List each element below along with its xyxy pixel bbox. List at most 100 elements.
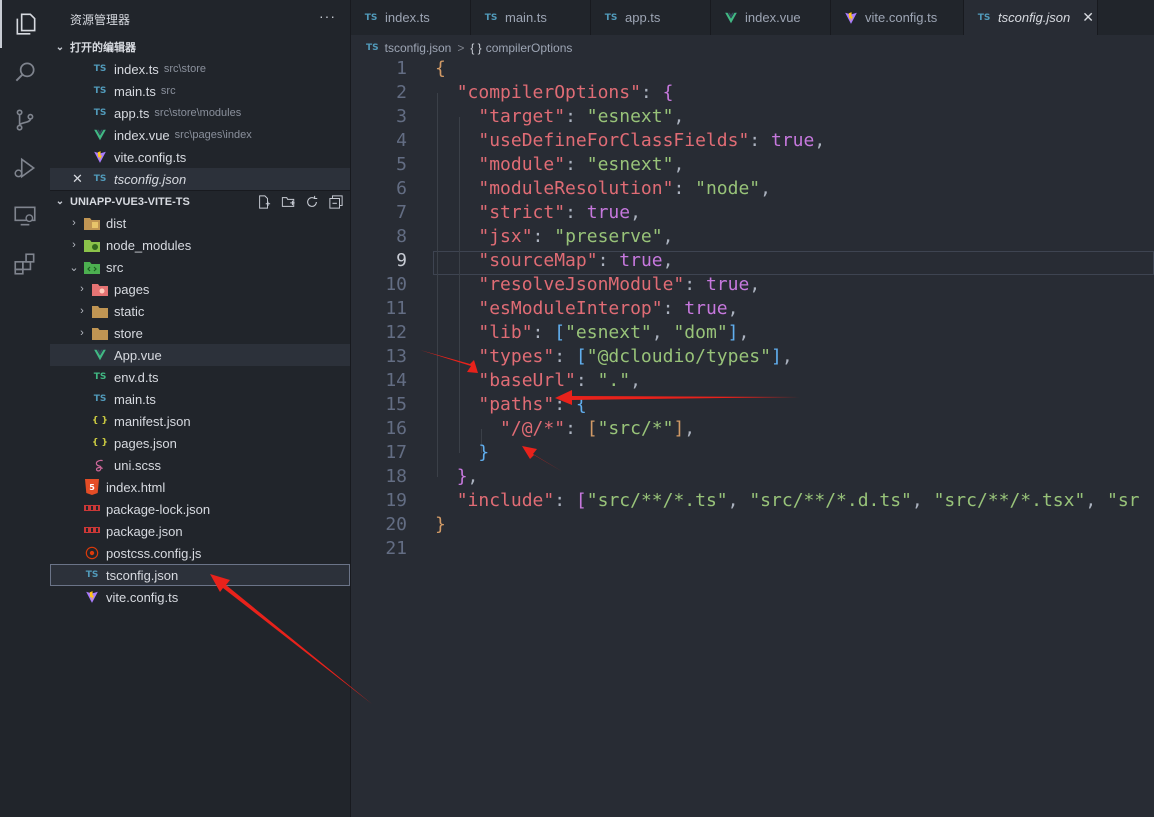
chevron-right-icon: ›: [72, 217, 76, 229]
line-number: 7: [396, 202, 407, 223]
editor-tabs: TS index.ts TS main.ts TS app.ts index.v…: [351, 0, 1154, 35]
line-number: 12: [385, 322, 407, 343]
code-line: "resolveJsonModule": true,: [478, 274, 761, 295]
collapse-all-icon[interactable]: [327, 193, 345, 211]
tab-app-ts[interactable]: TS app.ts: [591, 0, 711, 35]
code-line: "compilerOptions": {: [456, 82, 674, 103]
tree-folder[interactable]: › static: [50, 300, 350, 322]
line-number: 17: [385, 442, 407, 463]
tab-index-vue[interactable]: index.vue: [711, 0, 831, 35]
typescript-def-file-icon: TS: [93, 372, 107, 382]
breadcrumb-symbol[interactable]: compilerOptions: [486, 41, 573, 55]
vue-file-icon: [92, 347, 108, 363]
code-line: }: [435, 514, 446, 535]
chevron-right-icon: ›: [80, 305, 84, 317]
code-editor[interactable]: 1 { 2 "compilerOptions": { 3 "target": "e…: [351, 57, 1154, 817]
close-icon[interactable]: ✕: [72, 171, 92, 187]
src-folder-icon: [84, 259, 100, 275]
open-editor-item-active[interactable]: ✕ TS tsconfig.json: [50, 168, 350, 190]
tab-main-ts[interactable]: TS main.ts: [471, 0, 591, 35]
open-editor-item[interactable]: TS app.ts src\store\modules: [50, 102, 350, 124]
line-number: 18: [385, 466, 407, 487]
vue-file-icon: [723, 10, 739, 26]
line-number: 14: [385, 370, 407, 391]
code-line: "jsx": "preserve",: [478, 226, 674, 247]
typescript-file-icon: TS: [484, 12, 498, 23]
tsconfig-file-icon: TS: [977, 12, 991, 23]
tab-tsconfig-json[interactable]: TS tsconfig.json ✕: [964, 0, 1098, 35]
folder-icon: [92, 325, 108, 341]
tree-file[interactable]: package-lock.json: [50, 498, 350, 520]
breadcrumb-file[interactable]: tsconfig.json: [385, 41, 452, 55]
run-debug-icon[interactable]: [0, 144, 50, 192]
code-line: "lib": ["esnext", "dom"],: [478, 322, 750, 343]
open-editors-header[interactable]: ⌄ 打开的编辑器: [50, 36, 351, 58]
tree-file[interactable]: uni.scss: [50, 454, 350, 476]
tree-file[interactable]: postcss.config.js: [50, 542, 350, 564]
object-symbol-icon: { }: [470, 41, 482, 55]
tree-folder[interactable]: › dist: [50, 212, 350, 234]
new-file-icon[interactable]: [255, 193, 273, 211]
line-number: 10: [385, 274, 407, 295]
line-number: 13: [385, 346, 407, 367]
tab-vite-config[interactable]: vite.config.ts: [831, 0, 964, 35]
tsconfig-file-icon: TS: [366, 43, 379, 53]
chevron-down-icon: ⌄: [55, 196, 65, 207]
json-file-icon: { }: [92, 438, 108, 448]
tree-file[interactable]: { } manifest.json: [50, 410, 350, 432]
code-line: "/@/*": ["src/*"],: [500, 418, 696, 439]
tree-folder[interactable]: › store: [50, 322, 350, 344]
line-number: 8: [396, 226, 407, 247]
code-line: "moduleResolution": "node",: [478, 178, 771, 199]
breadcrumb-separator: >: [457, 41, 465, 55]
activity-bar: [0, 0, 50, 817]
code-line: {: [435, 58, 446, 79]
close-tab-icon[interactable]: ✕: [1082, 9, 1094, 26]
vite-file-icon: [84, 589, 100, 605]
tree-file[interactable]: package.json: [50, 520, 350, 542]
tree-folder[interactable]: › pages: [50, 278, 350, 300]
node-folder-icon: [84, 237, 100, 253]
tree-file[interactable]: App.vue: [50, 344, 350, 366]
search-icon[interactable]: [0, 48, 50, 96]
typescript-file-icon: TS: [93, 108, 107, 118]
open-editor-item[interactable]: TS main.ts src: [50, 80, 350, 102]
tree-file[interactable]: vite.config.ts: [50, 586, 350, 608]
tree-file[interactable]: { } pages.json: [50, 432, 350, 454]
tree-folder[interactable]: › node_modules: [50, 234, 350, 256]
source-control-icon[interactable]: [0, 96, 50, 144]
refresh-icon[interactable]: [303, 193, 321, 211]
more-actions-button[interactable]: ···: [319, 8, 336, 24]
folder-icon: [84, 215, 100, 231]
typescript-file-icon: TS: [364, 12, 378, 23]
sass-file-icon: [92, 457, 108, 473]
open-editor-item[interactable]: index.vue src\pages\index: [50, 124, 350, 146]
tree-file[interactable]: 5 index.html: [50, 476, 350, 498]
open-editor-item[interactable]: vite.config.ts: [50, 146, 350, 168]
svg-text:5: 5: [89, 483, 95, 492]
line-number: 6: [396, 178, 407, 199]
line-number: 1: [396, 58, 407, 79]
tree-file[interactable]: TS env.d.ts: [50, 366, 350, 388]
typescript-file-icon: TS: [604, 12, 618, 23]
npm-file-icon: [84, 501, 100, 517]
code-line: }: [478, 442, 490, 463]
open-editor-item[interactable]: TS index.ts src\store: [50, 58, 350, 80]
project-header[interactable]: ⌄ UNIAPP-VUE3-VITE-TS: [50, 190, 351, 212]
chevron-right-icon: ›: [72, 239, 76, 251]
explorer-title: 资源管理器: [70, 13, 131, 27]
tree-file-selected[interactable]: TS tsconfig.json: [50, 564, 350, 586]
explorer-icon[interactable]: [0, 0, 50, 48]
tree-file[interactable]: TS main.ts: [50, 388, 350, 410]
tab-index-ts[interactable]: TS index.ts: [351, 0, 471, 35]
vue-file-icon: [92, 127, 108, 143]
code-line: "module": "esnext",: [478, 154, 685, 175]
chevron-right-icon: ›: [80, 327, 84, 339]
remote-explorer-icon[interactable]: [0, 192, 50, 240]
tree-folder-open[interactable]: ⌄ src: [50, 256, 350, 278]
extensions-icon[interactable]: [0, 240, 50, 288]
new-folder-icon[interactable]: [279, 193, 297, 211]
line-number: 21: [385, 538, 407, 559]
code-line: },: [456, 466, 479, 487]
code-line: "types": ["@dcloudio/types"],: [478, 346, 793, 367]
